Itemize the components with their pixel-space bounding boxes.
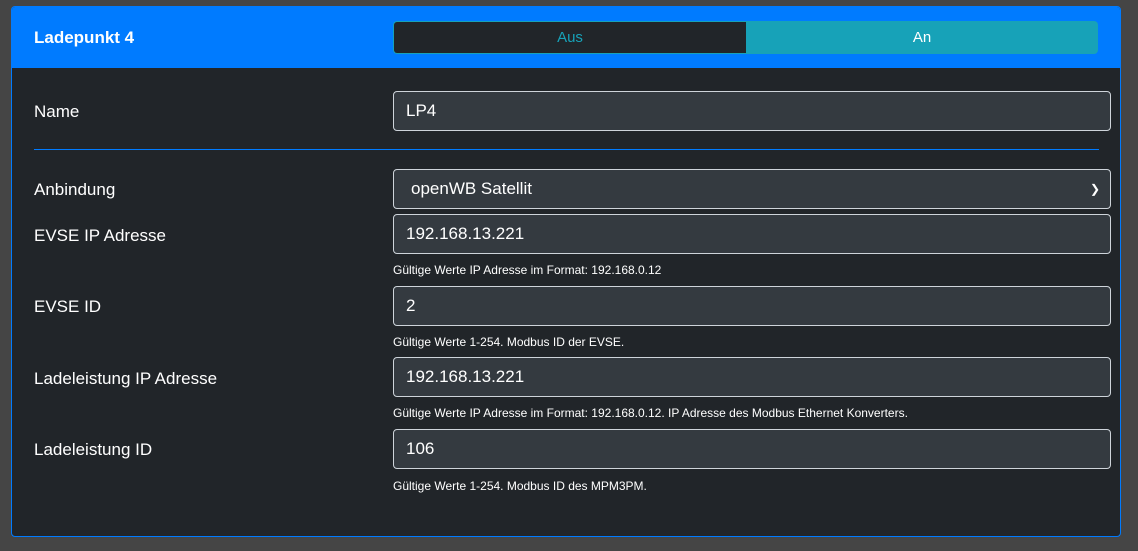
- ll-id-help: Gültige Werte 1-254. Modbus ID des MPM3P…: [393, 479, 647, 493]
- ll-ip-help: Gültige Werte IP Adresse im Format: 192.…: [393, 406, 908, 420]
- name-label: Name: [34, 102, 80, 121]
- evse-ip-label: EVSE IP Adresse: [34, 226, 166, 245]
- anbindung-select[interactable]: openWB Satellit ❯: [393, 169, 1111, 209]
- chargepoint-card: Ladepunkt 4 Aus An Name LP4 Anbindung op…: [11, 6, 1121, 537]
- divider: [34, 149, 1099, 150]
- ll-id-input[interactable]: 106: [393, 429, 1111, 469]
- ll-ip-label: Ladeleistung IP Adresse: [34, 369, 218, 388]
- ll-id-label: Ladeleistung ID: [34, 440, 153, 459]
- evse-id-help: Gültige Werte 1-254. Modbus ID der EVSE.: [393, 335, 625, 349]
- evse-id-label: EVSE ID: [34, 297, 102, 316]
- evse-ip-input[interactable]: 192.168.13.221: [393, 214, 1111, 254]
- card-header: Ladepunkt 4 Aus An: [12, 7, 1120, 68]
- toggle-on-button[interactable]: An: [746, 21, 1098, 54]
- chevron-down-icon: ❯: [1089, 182, 1100, 196]
- evse-ip-help: Gültige Werte IP Adresse im Format: 192.…: [393, 263, 662, 277]
- anbindung-value: openWB Satellit: [411, 179, 532, 198]
- name-input[interactable]: LP4: [393, 91, 1111, 131]
- ll-ip-input[interactable]: 192.168.13.221: [393, 357, 1111, 397]
- anbindung-label: Anbindung: [34, 180, 116, 199]
- toggle-off-button[interactable]: Aus: [393, 21, 746, 54]
- card-title: Ladepunkt 4: [34, 28, 135, 47]
- evse-id-input[interactable]: 2: [393, 286, 1111, 326]
- on-off-toggle: Aus An: [393, 21, 1098, 54]
